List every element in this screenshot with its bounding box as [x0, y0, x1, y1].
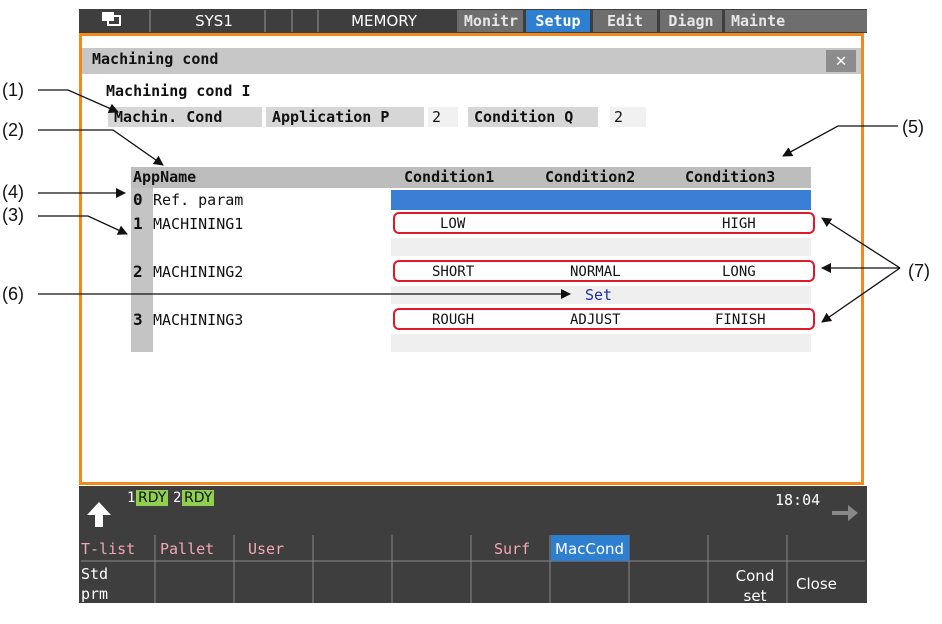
softkey-pallet[interactable]: Pallet: [160, 540, 214, 558]
softkey-std-prm-select[interactable]: Std prm select: [81, 564, 141, 624]
right-arrow-icon[interactable]: [830, 503, 860, 523]
clock: 18:04: [775, 491, 821, 509]
system1-ready-badge: RDY: [136, 490, 169, 506]
softkey-t-list[interactable]: T-list: [81, 540, 135, 558]
up-arrow-icon[interactable]: [84, 499, 114, 529]
softkey-user[interactable]: User: [248, 540, 284, 558]
softkey-cond-set[interactable]: Cond set: [735, 566, 775, 606]
softkey-close[interactable]: Close: [796, 575, 837, 593]
softkey-surf[interactable]: Surf: [494, 540, 530, 558]
system1-number: 1: [127, 490, 136, 506]
softkey-maccond[interactable]: MacCond: [555, 540, 624, 558]
system2-number: 2: [173, 490, 182, 506]
system2-ready-badge: RDY: [182, 490, 215, 506]
